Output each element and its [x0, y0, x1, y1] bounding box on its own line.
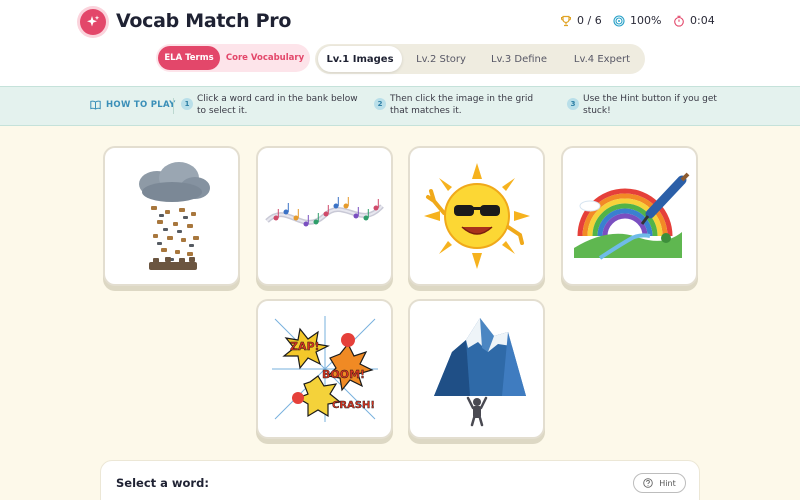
sparkle-icon: [80, 9, 106, 35]
tab-level-1-images[interactable]: Lv.1 Images: [318, 46, 402, 72]
step-2-number: 2: [374, 98, 386, 110]
tab-level-3-define[interactable]: Lv.3 Define: [480, 46, 558, 72]
image-card-raining-cats-and-dogs[interactable]: [103, 146, 240, 286]
app-title: Vocab Match Pro: [116, 10, 292, 32]
stopwatch-icon: [674, 15, 684, 27]
divider: [173, 98, 174, 114]
category-ela-terms[interactable]: ELA Terms: [158, 46, 220, 70]
accuracy-stat: 100%: [613, 14, 661, 27]
level-tabs: Lv.1 Images Lv.2 Story Lv.3 Define Lv.4 …: [315, 44, 645, 74]
hint-button-label: Hint: [659, 478, 676, 488]
music-notes-wave-image: [265, 197, 384, 227]
how-to-play-text: HOW TO PLAY: [106, 100, 176, 110]
app-header: Vocab Match Pro 0 / 6 100% 0:04: [0, 0, 800, 44]
word-bank-title: Select a word:: [116, 476, 209, 490]
image-card-sun-with-sunglasses[interactable]: [408, 146, 545, 286]
accuracy-value: 100%: [630, 14, 662, 27]
step-1-number: 1: [181, 98, 193, 110]
tab-level-2-story[interactable]: Lv.2 Story: [406, 46, 476, 72]
painted-rainbow-image: [573, 172, 689, 260]
category-toggle: ELA Terms Core Vocabulary: [156, 44, 310, 72]
how-to-play-bar: HOW TO PLAY 1 Click a word card in the b…: [0, 86, 800, 126]
image-card-mountain[interactable]: [408, 299, 545, 439]
smiling-sun-image: [423, 163, 530, 269]
image-card-painted-rainbow[interactable]: [561, 146, 698, 286]
step-1-text: Click a word card in the bank below to s…: [197, 94, 358, 116]
image-card-music-notes-wave[interactable]: [256, 146, 393, 286]
step-3-text: Use the Hint button if you get stuck!: [583, 94, 717, 116]
target-icon: [613, 14, 625, 27]
book-icon: [90, 100, 101, 110]
mountain-image: [433, 317, 526, 426]
score-stat: 0 / 6: [560, 14, 602, 27]
svg-text:ZAP!: ZAP!: [290, 340, 320, 353]
help-circle-icon: [643, 478, 654, 488]
zap-boom-crash-image: ZAP! BOOM! CRASH!: [271, 316, 378, 422]
hint-button[interactable]: Hint: [633, 473, 686, 493]
how-to-play-label: HOW TO PLAY: [90, 100, 176, 110]
raining-cats-and-dogs-image: [138, 161, 210, 270]
score-value: 0 / 6: [577, 14, 602, 27]
image-card-zap-boom-crash[interactable]: ZAP! BOOM! CRASH!: [256, 299, 393, 439]
word-bank: Select a word: Hint: [100, 460, 700, 500]
svg-text:CRASH!: CRASH!: [332, 400, 375, 411]
step-3-number: 3: [567, 98, 579, 110]
category-core-vocabulary[interactable]: Core Vocabulary: [224, 46, 306, 70]
trophy-icon: [561, 15, 571, 26]
tab-level-4-expert[interactable]: Lv.4 Expert: [562, 46, 642, 72]
sub-navigation: ELA Terms Core Vocabulary Lv.1 Images Lv…: [0, 44, 800, 86]
timer-value: 0:04: [690, 14, 715, 27]
timer-stat: 0:04: [673, 14, 715, 27]
svg-text:BOOM!: BOOM!: [322, 368, 365, 381]
step-2-text: Then click the image in the grid that ma…: [390, 94, 534, 116]
